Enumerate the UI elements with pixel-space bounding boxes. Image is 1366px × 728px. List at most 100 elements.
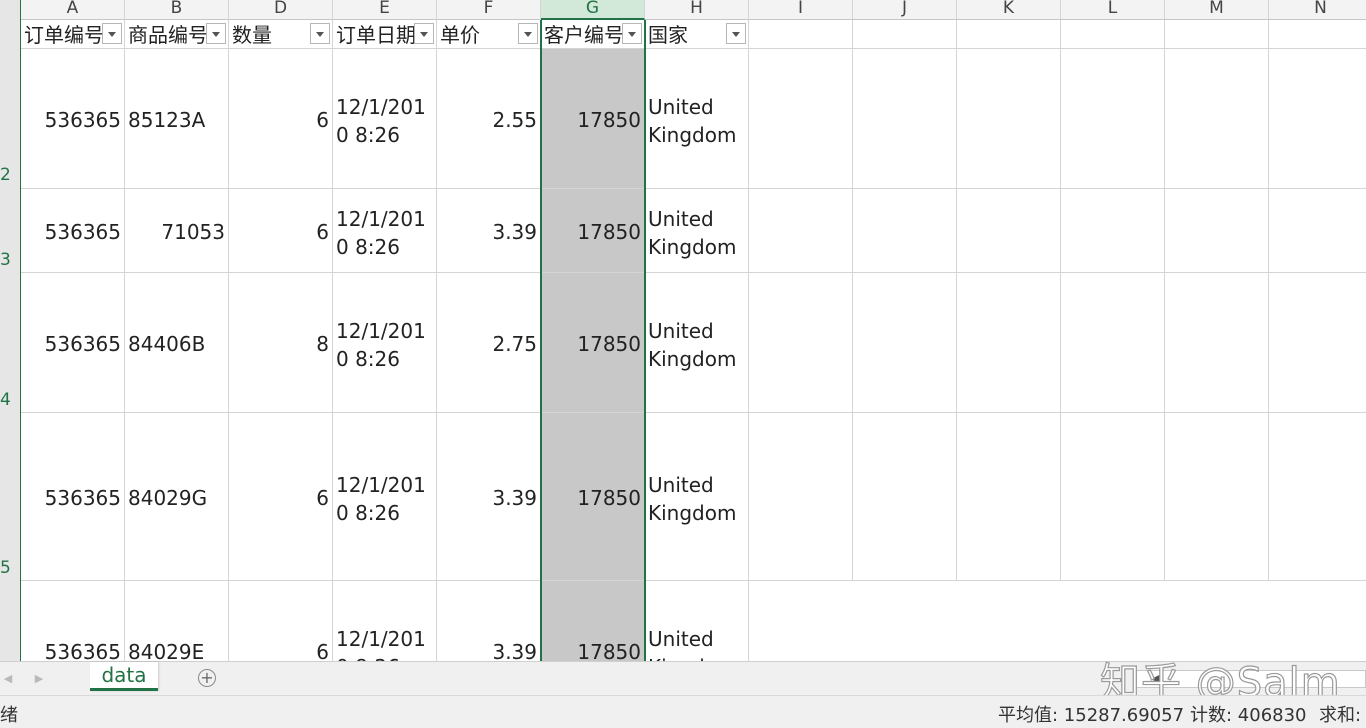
- cell-country[interactable]: United Kingdom: [645, 49, 749, 189]
- row-number[interactable]: 5: [0, 558, 11, 578]
- cell-product-id[interactable]: 84029G: [125, 413, 229, 581]
- empty-cell[interactable]: [957, 413, 1061, 581]
- header-cell-country[interactable]: 国家: [645, 20, 749, 49]
- cell-customer-id[interactable]: 17850: [541, 581, 645, 661]
- cell-product-id[interactable]: 71053: [125, 189, 229, 273]
- cell-product-id[interactable]: 84406B: [125, 273, 229, 413]
- empty-cell[interactable]: [1165, 20, 1269, 49]
- cell-quantity[interactable]: 6: [229, 49, 333, 189]
- cell-order-id[interactable]: 536365: [21, 189, 125, 273]
- cell-customer-id[interactable]: 17850: [541, 273, 645, 413]
- empty-cell[interactable]: [957, 49, 1061, 189]
- cell-quantity[interactable]: 8: [229, 273, 333, 413]
- empty-cell[interactable]: [749, 49, 853, 189]
- column-header-m[interactable]: M: [1165, 0, 1269, 20]
- status-average[interactable]: 平均值: 15287.69057: [998, 701, 1184, 727]
- header-cell-quantity[interactable]: 数量: [229, 20, 333, 49]
- column-header-l[interactable]: L: [1061, 0, 1165, 20]
- filter-dropdown-icon[interactable]: [518, 23, 538, 44]
- column-header-d[interactable]: D: [229, 0, 333, 20]
- column-header-a[interactable]: A: [21, 0, 125, 20]
- column-header-n[interactable]: N: [1269, 0, 1366, 20]
- cell-unit-price[interactable]: 2.75: [437, 273, 541, 413]
- cell-country[interactable]: United Kingdom: [645, 581, 749, 661]
- empty-cell[interactable]: [957, 189, 1061, 273]
- header-cell-order-id[interactable]: 订单编号: [21, 20, 125, 49]
- empty-cell[interactable]: [1269, 413, 1366, 581]
- empty-cell[interactable]: [1269, 189, 1366, 273]
- cell-quantity[interactable]: 6: [229, 413, 333, 581]
- empty-cell[interactable]: [1061, 413, 1165, 581]
- column-header-g[interactable]: G: [541, 0, 645, 20]
- row-number[interactable]: 3: [0, 250, 11, 270]
- empty-cell[interactable]: [1061, 273, 1165, 413]
- empty-cell[interactable]: [1165, 189, 1269, 273]
- cell-quantity[interactable]: 6: [229, 581, 333, 661]
- empty-cell[interactable]: [957, 273, 1061, 413]
- column-header-b[interactable]: B: [125, 0, 229, 20]
- status-count[interactable]: 计数: 406830: [1190, 701, 1307, 727]
- header-cell-product-id[interactable]: 商品编号: [125, 20, 229, 49]
- filter-dropdown-icon[interactable]: [726, 23, 746, 44]
- header-cell-unit-price[interactable]: 单价: [437, 20, 541, 49]
- column-header-e[interactable]: E: [333, 0, 437, 20]
- cell-country[interactable]: United Kingdom: [645, 273, 749, 413]
- filter-dropdown-icon[interactable]: [206, 23, 226, 44]
- empty-cell[interactable]: [853, 49, 957, 189]
- empty-cell[interactable]: [1165, 273, 1269, 413]
- filter-dropdown-icon[interactable]: [310, 23, 330, 44]
- cell-customer-id[interactable]: 17850: [541, 49, 645, 189]
- header-cell-order-date[interactable]: 订单日期: [333, 20, 437, 49]
- cell-order-date[interactable]: 12/1/201 0 8:26: [333, 413, 437, 581]
- filter-dropdown-icon[interactable]: [102, 23, 122, 44]
- empty-cell[interactable]: [749, 413, 853, 581]
- empty-cell[interactable]: [853, 189, 957, 273]
- chevron-right-icon[interactable]: ▶: [34, 673, 44, 685]
- empty-cell[interactable]: [749, 20, 853, 49]
- empty-cell[interactable]: [1165, 49, 1269, 189]
- empty-cell[interactable]: [853, 20, 957, 49]
- status-sum[interactable]: 求和: 6: [1319, 701, 1366, 727]
- empty-cell[interactable]: [853, 413, 957, 581]
- filter-dropdown-icon[interactable]: [622, 23, 642, 44]
- cell-order-id[interactable]: 536365: [21, 273, 125, 413]
- spreadsheet-grid[interactable]: A B D E F G H I J K L M N 订单编号 商品编号 数量 订…: [0, 0, 1366, 661]
- column-header-j[interactable]: J: [853, 0, 957, 20]
- empty-cell[interactable]: [1269, 49, 1366, 189]
- cell-order-id[interactable]: 536365: [21, 49, 125, 189]
- header-cell-customer-id[interactable]: 客户编号: [541, 20, 645, 49]
- empty-cell[interactable]: [1061, 189, 1165, 273]
- cell-product-id[interactable]: 84029E: [125, 581, 229, 661]
- empty-cell[interactable]: [1061, 49, 1165, 189]
- row-number[interactable]: 4: [0, 390, 11, 410]
- empty-cell[interactable]: [1165, 413, 1269, 581]
- empty-cell[interactable]: [853, 273, 957, 413]
- cell-customer-id[interactable]: 17850: [541, 413, 645, 581]
- sheet-tab-data[interactable]: data: [90, 662, 158, 691]
- cell-order-id[interactable]: 536365: [21, 581, 125, 661]
- empty-cell[interactable]: [1061, 20, 1165, 49]
- cell-order-date[interactable]: 12/1/201 0 8:26: [333, 581, 437, 661]
- cell-country[interactable]: United Kingdom: [645, 189, 749, 273]
- cell-customer-id[interactable]: 17850: [541, 189, 645, 273]
- empty-cell[interactable]: [1269, 273, 1366, 413]
- cell-unit-price[interactable]: 2.55: [437, 49, 541, 189]
- empty-cell[interactable]: [749, 189, 853, 273]
- cell-country[interactable]: United Kingdom: [645, 413, 749, 581]
- cell-product-id[interactable]: 85123A: [125, 49, 229, 189]
- column-header-f[interactable]: F: [437, 0, 541, 20]
- cell-unit-price[interactable]: 3.39: [437, 189, 541, 273]
- cell-quantity[interactable]: 6: [229, 189, 333, 273]
- filter-dropdown-icon[interactable]: [414, 23, 434, 44]
- cell-order-date[interactable]: 12/1/201 0 8:26: [333, 273, 437, 413]
- column-header-k[interactable]: K: [957, 0, 1061, 20]
- column-header-i[interactable]: I: [749, 0, 853, 20]
- add-sheet-icon[interactable]: +: [198, 669, 216, 687]
- empty-cell[interactable]: [957, 20, 1061, 49]
- cell-unit-price[interactable]: 3.39: [437, 413, 541, 581]
- row-number[interactable]: 2: [0, 165, 11, 185]
- cell-unit-price[interactable]: 3.39: [437, 581, 541, 661]
- chevron-left-icon[interactable]: ◀: [3, 673, 13, 685]
- empty-cell[interactable]: [749, 273, 853, 413]
- empty-cell[interactable]: [1269, 20, 1366, 49]
